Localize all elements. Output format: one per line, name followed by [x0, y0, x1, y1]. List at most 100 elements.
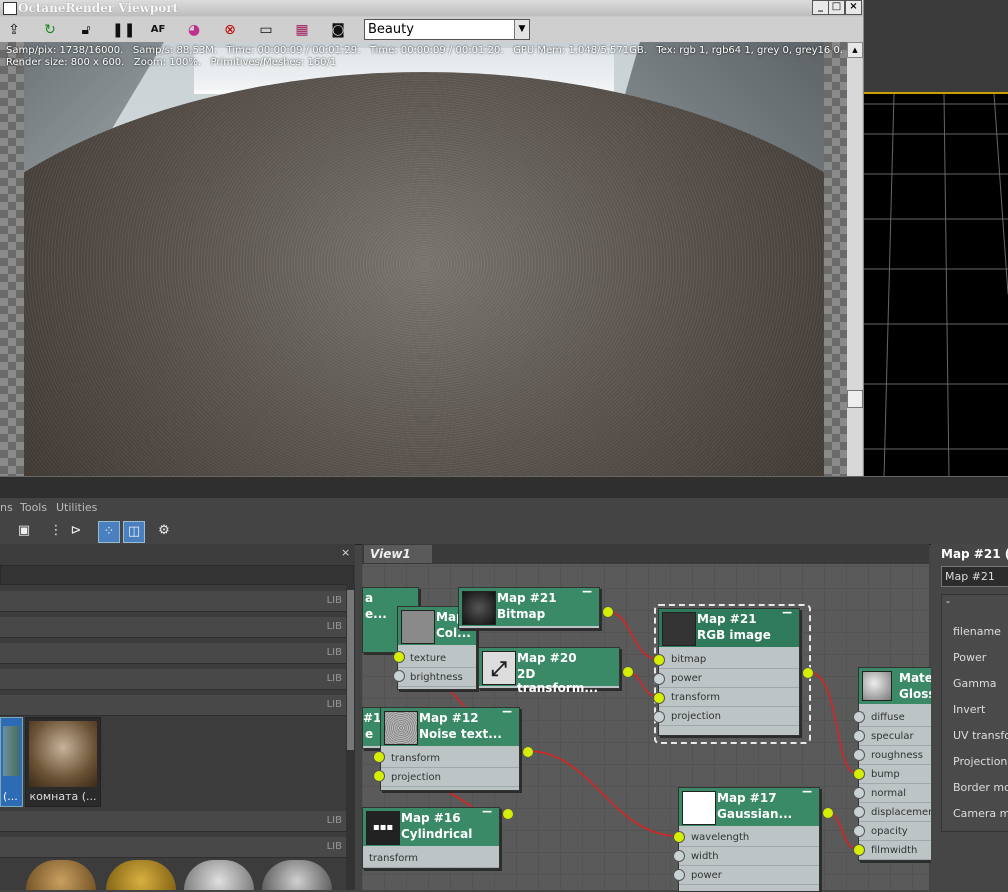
node-port[interactable]: power — [679, 866, 819, 885]
material-thumb-selected[interactable]: (... — [0, 717, 23, 807]
node-bitmap[interactable]: Map #21 Bitmap − — [458, 584, 600, 629]
menu-item-utilities[interactable]: Utilities — [56, 498, 97, 518]
node-port[interactable]: wavelength — [679, 828, 819, 847]
input-socket[interactable] — [653, 654, 665, 666]
output-socket[interactable] — [602, 606, 614, 618]
maximize-button[interactable]: □ — [828, 0, 845, 15]
layout-all-icon[interactable]: ⊳ — [66, 521, 86, 541]
rollout-collapse-toggle[interactable]: - — [946, 595, 950, 608]
node-port[interactable]: roughness — [859, 746, 931, 765]
node-port[interactable]: projection — [659, 707, 799, 726]
node-partial-left[interactable]: #1 e — [362, 707, 382, 749]
input-socket[interactable] — [853, 806, 865, 818]
library-row[interactable]: LIB — [0, 591, 346, 612]
max-perspective-viewport[interactable] — [864, 0, 1008, 478]
close-button[interactable]: × — [845, 0, 862, 15]
input-socket[interactable] — [853, 749, 865, 761]
input-socket[interactable] — [393, 670, 405, 682]
chevron-down-icon[interactable]: ▼ — [514, 20, 529, 39]
collapse-icon[interactable]: − — [481, 804, 493, 820]
library-row[interactable]: LIB — [0, 837, 346, 858]
input-socket[interactable] — [393, 651, 405, 663]
node-cylindrical[interactable]: ▪▪▪ Map #16 Cylindrical − transform — [362, 804, 500, 869]
lock-icon[interactable]: 🔓︎ — [76, 20, 96, 40]
scroll-up-icon[interactable]: ▲ — [847, 42, 863, 58]
material-thumb-komnata[interactable]: комната (... — [25, 717, 101, 807]
browser-search-input[interactable] — [0, 565, 354, 585]
camera-icon[interactable]: ◙ — [328, 20, 348, 40]
input-socket[interactable] — [653, 711, 665, 723]
library-row[interactable]: LIB — [0, 643, 346, 664]
input-socket[interactable] — [373, 770, 385, 782]
library-row[interactable]: LIB — [0, 811, 346, 832]
input-socket[interactable] — [853, 787, 865, 799]
node-port[interactable]: diffuse — [859, 708, 931, 727]
scrollbar-thumb[interactable] — [347, 590, 354, 750]
input-socket[interactable] — [853, 844, 865, 856]
input-socket[interactable] — [653, 692, 665, 704]
close-icon[interactable]: × — [341, 546, 350, 559]
library-row[interactable]: LIB — [0, 669, 346, 690]
menu-item-tools[interactable]: Tools — [20, 498, 47, 518]
collapse-icon[interactable]: − — [501, 704, 513, 720]
map-name-field[interactable]: Map #21 — [941, 566, 1008, 587]
node-port[interactable]: displacement — [859, 803, 938, 822]
output-socket[interactable] — [502, 808, 514, 820]
select-tool-icon[interactable]: ⁘ — [98, 521, 120, 543]
collapse-icon[interactable]: − — [801, 784, 813, 800]
node-port[interactable]: texture — [398, 649, 476, 668]
film-icon[interactable]: ▦ — [292, 20, 312, 40]
node-port[interactable]: bump — [859, 765, 931, 784]
input-socket[interactable] — [373, 751, 385, 763]
input-socket[interactable] — [653, 673, 665, 685]
node-port[interactable]: width — [679, 847, 819, 866]
node-noise-texture[interactable]: Map #12 Noise text... − transform projec… — [380, 704, 520, 791]
pause-icon[interactable]: ❚❚ — [112, 20, 135, 40]
material-map-navigator-icon[interactable]: ⚙ — [154, 521, 174, 541]
menu-item-partial[interactable]: ns — [0, 498, 13, 518]
region-icon[interactable]: ⊗ — [220, 20, 240, 40]
browser-scrollbar[interactable] — [346, 584, 355, 890]
collapse-icon[interactable]: − — [781, 605, 793, 621]
node-port[interactable]: specular — [859, 727, 931, 746]
show-map-icon[interactable]: ▣ — [14, 521, 34, 541]
input-socket[interactable] — [853, 768, 865, 780]
render-viewport[interactable] — [0, 42, 847, 476]
params-toggle-icon[interactable]: ◫ — [123, 521, 145, 543]
input-socket[interactable] — [673, 850, 685, 862]
node-port[interactable]: power — [659, 669, 799, 688]
input-socket[interactable] — [853, 825, 865, 837]
output-socket[interactable] — [522, 746, 534, 758]
input-socket[interactable] — [853, 730, 865, 742]
node-port[interactable]: transform — [381, 749, 519, 768]
layout-children-icon[interactable]: ⋮ — [46, 521, 66, 541]
refresh-icon[interactable]: ↻ — [40, 20, 60, 40]
node-material[interactable]: Mater Gloss diffuse specular roughness b… — [858, 667, 939, 861]
display-icon[interactable]: ▭ — [256, 20, 276, 40]
collapse-icon[interactable]: − — [581, 584, 593, 600]
color-wheel-icon[interactable]: ◕ — [184, 20, 204, 40]
output-socket[interactable] — [822, 807, 834, 819]
octane-title-bar[interactable]: OctaneRender Viewport _ □ × — [0, 0, 863, 16]
viewport-scrollbar[interactable]: ▲ — [847, 42, 863, 476]
input-socket[interactable] — [673, 831, 685, 843]
node-port[interactable]: normal — [859, 784, 931, 803]
send-scene-icon[interactable]: ⇪ — [4, 20, 24, 40]
render-pass-dropdown[interactable]: Beauty ▼ — [364, 19, 530, 40]
node-port[interactable]: projection — [381, 768, 519, 787]
output-socket[interactable] — [622, 666, 634, 678]
output-socket[interactable] — [802, 667, 814, 679]
node-port[interactable]: transform — [659, 688, 799, 707]
af-icon[interactable]: AF — [148, 20, 168, 40]
input-socket[interactable] — [853, 711, 865, 723]
node-port[interactable]: opacity — [859, 822, 931, 841]
input-socket[interactable] — [673, 869, 685, 881]
node-rgb-image[interactable]: Map #21 RGB image − bitmap power transfo… — [658, 605, 800, 736]
tab-view1[interactable]: View1 — [364, 545, 432, 563]
node-port[interactable]: transform — [363, 849, 499, 868]
node-port[interactable]: filmwidth — [859, 841, 931, 860]
node-port[interactable]: brightness — [398, 668, 476, 687]
node-2d-transform[interactable]: ⤢ Map #20 2D transform... — [478, 647, 620, 695]
library-row[interactable]: LIB — [0, 695, 346, 716]
minimize-button[interactable]: _ — [812, 0, 829, 15]
